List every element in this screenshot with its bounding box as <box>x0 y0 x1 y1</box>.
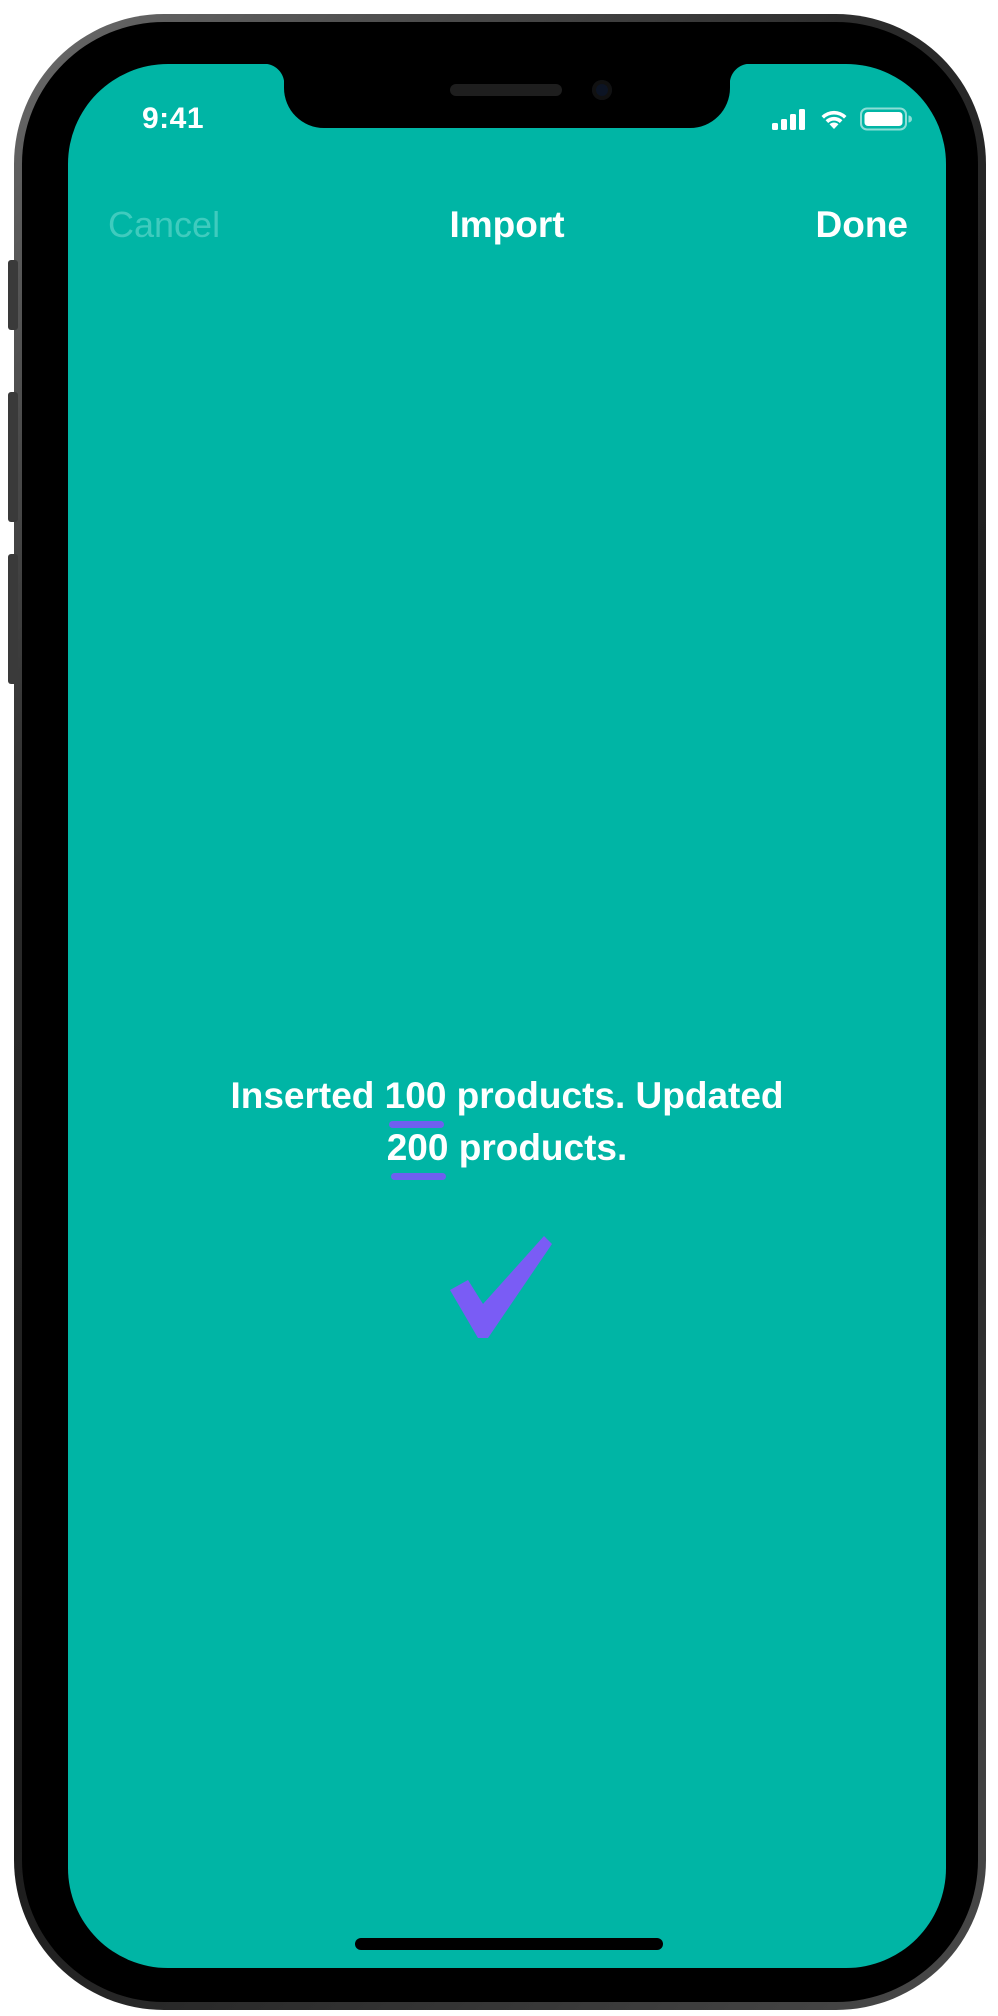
import-result-message: Inserted 100 products. Updated 200 produc… <box>68 1070 946 1180</box>
done-button[interactable]: Done <box>816 204 909 246</box>
updated-suffix: products. <box>448 1127 628 1168</box>
status-time: 9:41 <box>142 102 205 135</box>
volume-up-button <box>8 392 18 522</box>
volume-down-button <box>8 554 18 684</box>
updated-count: 200 <box>387 1122 448 1180</box>
home-indicator[interactable] <box>355 1938 663 1950</box>
status-icons <box>772 106 912 132</box>
checkmark-icon <box>450 1236 552 1338</box>
cellular-signal-icon <box>772 109 805 130</box>
notch <box>264 64 750 128</box>
action-button <box>8 260 18 330</box>
page-title: Import <box>449 204 565 245</box>
battery-icon <box>860 107 912 131</box>
updated-prefix: products. Updated <box>446 1075 784 1116</box>
earpiece-speaker <box>450 84 562 96</box>
front-camera <box>592 80 612 100</box>
navigation-bar: Cancel Import Done <box>68 194 946 254</box>
inserted-prefix: Inserted <box>230 1075 385 1116</box>
screen: 9:41 Cancel Import Done Inserted 100 pro… <box>68 64 946 1968</box>
wifi-icon <box>821 110 847 129</box>
inserted-count: 100 <box>385 1070 446 1128</box>
